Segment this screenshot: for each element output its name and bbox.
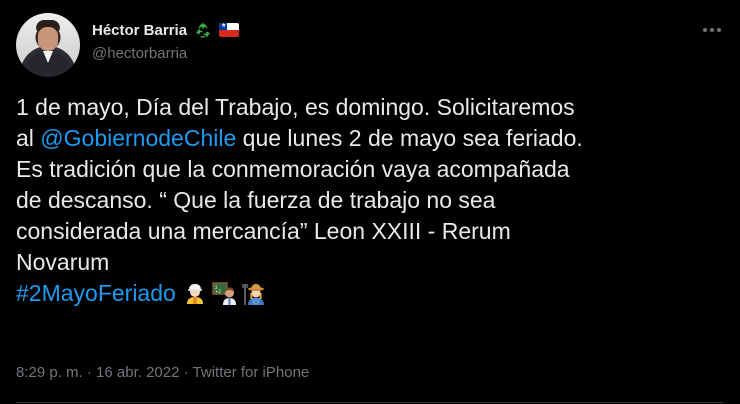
more-dot-icon: [703, 28, 707, 32]
construction-worker-emoji: [182, 280, 208, 306]
tweet-line: Novarum: [16, 249, 110, 275]
tweet-source[interactable]: Twitter for iPhone: [193, 364, 310, 381]
tweet-line: #2MayoFeriado 2 +2: [16, 278, 728, 309]
tweet-date[interactable]: 16 abr. 2022: [96, 364, 179, 381]
tweet-line: considerada una mercancía” Leon XXIII - …: [16, 218, 511, 244]
tweet-card: Héctor Barria ★ @hectorbarria 1 de mayo,…: [0, 0, 740, 404]
farmer-emoji: [242, 280, 268, 306]
tweet-line: Es tradición que la conmemoración vaya a…: [16, 156, 570, 182]
tweet-text-segment: que lunes 2 de mayo sea feriado.: [236, 125, 583, 151]
author-name-row: Héctor Barria ★: [92, 20, 240, 40]
author-display-name[interactable]: Héctor Barria: [92, 22, 187, 39]
svg-text:+2: +2: [215, 289, 221, 294]
recycle-icon: [193, 20, 213, 40]
tweet-meta: 8:29 p. m. · 16 abr. 2022 · Twitter for …: [16, 364, 309, 381]
tweet-line: al @GobiernodeChile que lunes 2 de mayo …: [16, 123, 728, 154]
divider: [16, 402, 724, 403]
more-options-button[interactable]: [697, 18, 727, 42]
tweet-time[interactable]: 8:29 p. m.: [16, 364, 83, 381]
avatar[interactable]: [16, 13, 80, 77]
tweet-text-segment: al: [16, 125, 41, 151]
more-dot-icon: [710, 28, 714, 32]
author-handle[interactable]: @hectorbarria: [92, 45, 187, 62]
avatar-face: [38, 27, 58, 51]
hashtag-link[interactable]: #2MayoFeriado: [16, 280, 176, 306]
flag-star: ★: [221, 23, 227, 29]
emoji-group: 2 +2: [182, 280, 268, 306]
tweet-line: 1 de mayo, Día del Trabajo, es domingo. …: [16, 94, 575, 120]
teacher-emoji: 2 +2: [212, 280, 238, 306]
chile-flag-icon: ★: [219, 23, 240, 37]
tweet-text: 1 de mayo, Día del Trabajo, es domingo. …: [16, 92, 728, 309]
flag-red-band: [219, 30, 240, 37]
mention-link[interactable]: @GobiernodeChile: [40, 125, 236, 151]
more-dot-icon: [717, 28, 721, 32]
meta-separator: ·: [82, 364, 97, 381]
tweet-line: de descanso. “ Que la fuerza de trabajo …: [16, 187, 496, 213]
meta-separator: ·: [179, 364, 193, 381]
